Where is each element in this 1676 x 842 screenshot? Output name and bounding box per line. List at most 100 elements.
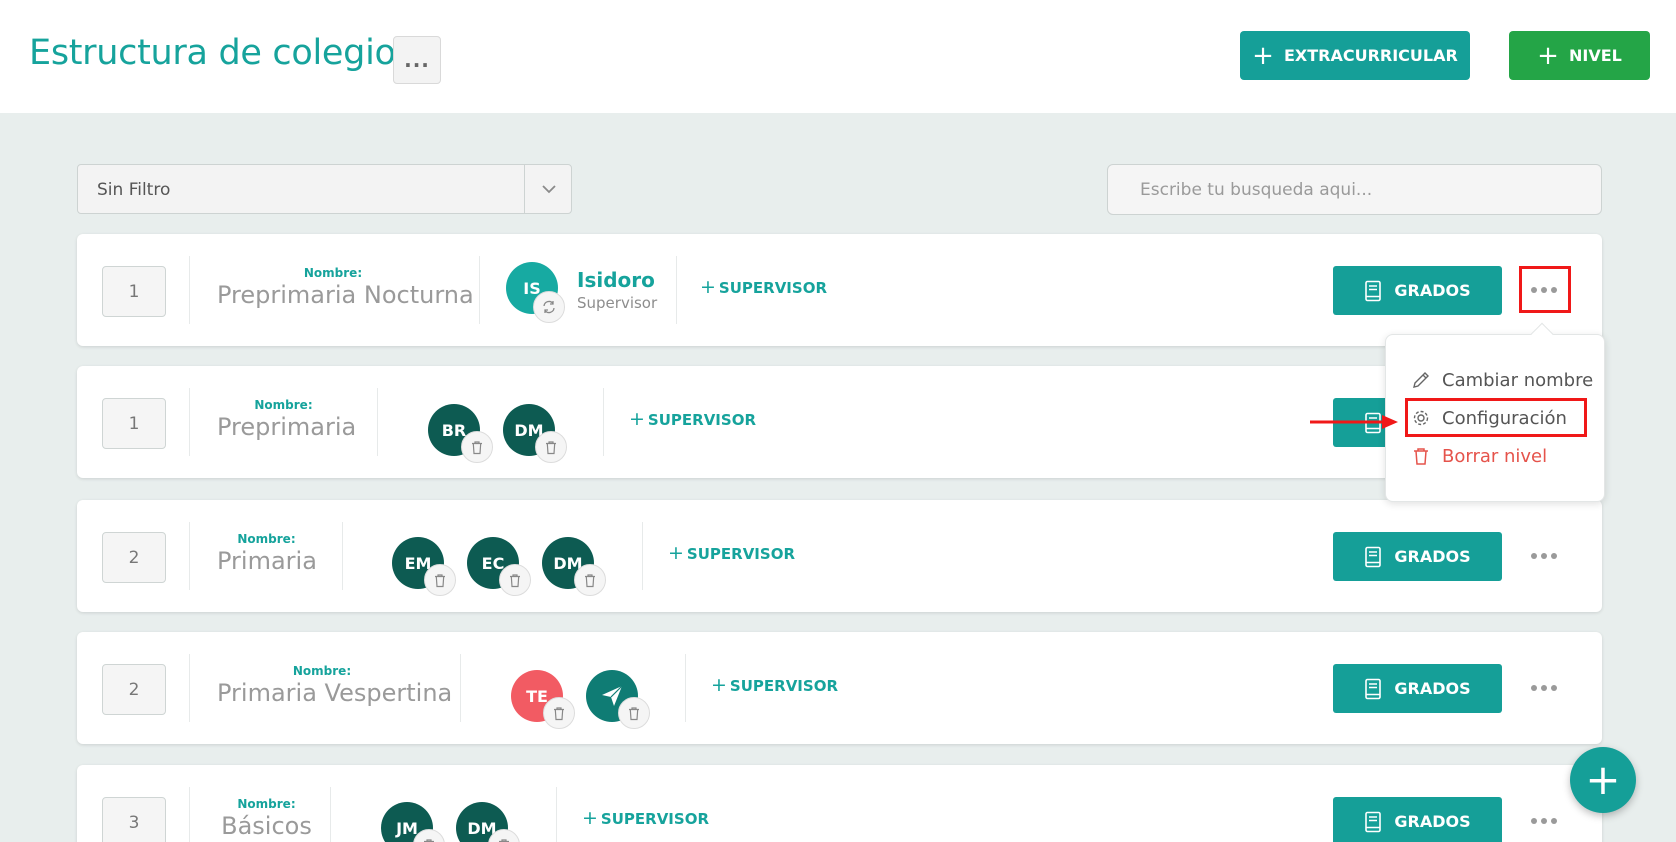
divider — [685, 654, 686, 722]
order-input[interactable]: 1 — [102, 398, 166, 449]
add-nivel-button[interactable]: + NIVEL — [1509, 31, 1650, 80]
add-supervisor-button[interactable]: + SUPERVISOR — [711, 674, 838, 696]
level-name[interactable]: Primaria — [217, 547, 317, 575]
page-title: Estructura de colegio — [29, 33, 396, 73]
book-icon — [1365, 678, 1382, 699]
grados-label: GRADOS — [1394, 547, 1471, 566]
trash-icon — [1414, 448, 1428, 465]
level-row: 1 Nombre: Preprimaria Nocturna IS Isidor… — [77, 234, 1602, 346]
plus-icon: + — [1537, 40, 1559, 71]
swap-icon[interactable] — [533, 291, 565, 323]
name-label: Nombre: — [237, 532, 296, 546]
divider — [342, 522, 343, 590]
name-label: Nombre: — [237, 797, 296, 811]
rename-menu-item[interactable]: Cambiar nombre — [1411, 365, 1593, 395]
name-label: Nombre: — [303, 266, 363, 280]
level-name[interactable]: Básicos — [217, 812, 316, 840]
add-supervisor-label: SUPERVISOR — [718, 279, 827, 297]
add-supervisor-label: SUPERVISOR — [600, 810, 709, 828]
level-name[interactable]: Preprimaria Nocturna — [217, 281, 474, 309]
divider — [479, 256, 480, 324]
order-input[interactable]: 3 — [102, 797, 166, 842]
add-supervisor-label: SUPERVISOR — [647, 411, 756, 429]
grados-button[interactable]: GRADOS — [1333, 266, 1502, 315]
trash-icon[interactable] — [499, 564, 531, 596]
grados-button[interactable]: GRADOS — [1333, 664, 1502, 713]
highlight-box — [1519, 266, 1571, 313]
level-row: 3 Nombre: Básicos JM DM + SUPERVISOR GRAD… — [77, 765, 1602, 842]
pencil-icon — [1413, 372, 1429, 388]
supervisor-name: Isidoro — [577, 268, 655, 292]
grados-label: GRADOS — [1394, 679, 1471, 698]
title-more-button[interactable]: ... — [393, 36, 441, 84]
divider — [189, 388, 190, 456]
filter-select[interactable]: Sin Filtro — [77, 164, 572, 214]
filter-divider — [524, 165, 525, 213]
supervisor-role: Supervisor — [577, 294, 658, 312]
add-nivel-label: NIVEL — [1568, 46, 1622, 65]
level-name-block: Nombre: Primaria — [217, 532, 317, 575]
level-name-block: Nombre: Preprimaria Nocturna — [217, 266, 474, 309]
divider — [189, 522, 190, 590]
fab-add-button[interactable]: + — [1570, 747, 1636, 813]
trash-icon[interactable] — [543, 697, 575, 729]
divider — [642, 522, 643, 590]
add-extracurricular-button[interactable]: + EXTRACURRICULAR — [1240, 31, 1470, 80]
order-input[interactable]: 2 — [102, 664, 166, 715]
add-extracurricular-label: EXTRACURRICULAR — [1283, 46, 1458, 65]
plus-icon: + — [711, 674, 727, 696]
add-supervisor-label: SUPERVISOR — [729, 677, 838, 695]
divider — [189, 654, 190, 722]
plus-icon: + — [668, 542, 684, 564]
divider — [189, 787, 190, 842]
grados-label: GRADOS — [1394, 281, 1471, 300]
plus-icon: + — [700, 276, 716, 298]
plus-icon: + — [582, 807, 598, 829]
highlight-box — [1405, 398, 1587, 437]
grados-label: GRADOS — [1394, 812, 1471, 831]
level-name[interactable]: Primaria Vespertina — [217, 679, 452, 707]
add-supervisor-button[interactable]: + SUPERVISOR — [629, 408, 756, 430]
plus-icon: + — [1252, 40, 1274, 71]
level-name-block: Nombre: Preprimaria — [217, 398, 356, 441]
trash-icon[interactable] — [535, 431, 567, 463]
chevron-down-icon — [542, 185, 556, 194]
divider — [676, 256, 677, 324]
row-more-button[interactable] — [1519, 799, 1569, 842]
trash-icon[interactable] — [574, 564, 606, 596]
divider — [330, 787, 331, 842]
add-supervisor-button[interactable]: + SUPERVISOR — [582, 807, 709, 829]
name-label: Nombre: — [292, 664, 352, 678]
order-input[interactable]: 1 — [102, 266, 166, 317]
grados-button[interactable]: GRADOS — [1333, 532, 1502, 581]
order-input[interactable]: 2 — [102, 532, 166, 583]
search-input[interactable] — [1107, 164, 1602, 215]
book-icon — [1365, 280, 1382, 301]
divider — [460, 654, 461, 722]
add-supervisor-button[interactable]: + SUPERVISOR — [668, 542, 795, 564]
top-bar: Estructura de colegio ... + EXTRACURRICU… — [0, 0, 1676, 113]
rename-label: Cambiar nombre — [1442, 369, 1594, 391]
grados-button[interactable]: GRADOS — [1333, 797, 1502, 842]
trash-icon[interactable] — [461, 431, 493, 463]
row-more-button[interactable] — [1519, 534, 1569, 578]
add-supervisor-button[interactable]: + SUPERVISOR — [700, 276, 827, 298]
row-more-button[interactable] — [1519, 666, 1569, 710]
trash-icon[interactable] — [618, 697, 650, 729]
level-name[interactable]: Preprimaria — [217, 413, 356, 441]
trash-icon[interactable] — [424, 564, 456, 596]
delete-label: Borrar nivel — [1442, 445, 1548, 467]
divider — [189, 256, 190, 324]
divider — [377, 388, 378, 456]
level-row: 2 Nombre: Primaria Vespertina TE + SUPERV… — [77, 632, 1602, 744]
level-name-block: Nombre: Primaria Vespertina — [217, 664, 452, 707]
level-name-block: Nombre: Básicos — [217, 797, 316, 840]
book-icon — [1365, 546, 1382, 567]
divider — [556, 787, 557, 842]
plus-icon: + — [629, 408, 645, 430]
delete-menu-item[interactable]: Borrar nivel — [1411, 441, 1547, 471]
book-icon — [1365, 811, 1382, 832]
arrow-annotation — [1310, 415, 1398, 429]
add-supervisor-label: SUPERVISOR — [686, 545, 795, 563]
divider — [603, 388, 604, 456]
